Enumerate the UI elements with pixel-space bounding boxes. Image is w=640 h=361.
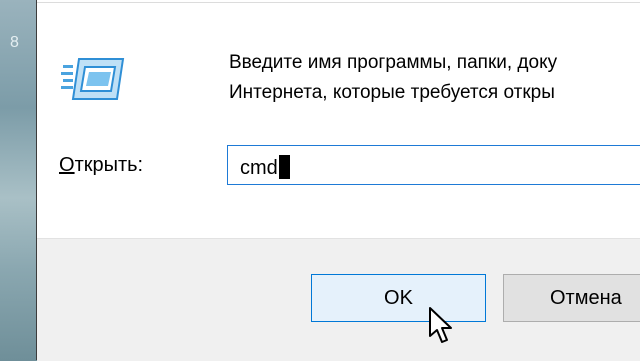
- command-text: cmd: [240, 155, 290, 180]
- open-command-input[interactable]: cmd: [227, 145, 640, 185]
- open-label: Открыть:: [59, 154, 143, 177]
- run-dialog: Введите имя программы, папки, доку Интер…: [36, 0, 640, 361]
- dialog-top-border: [37, 2, 640, 3]
- command-value: cmd: [240, 157, 278, 179]
- dialog-footer: OK Отмена: [37, 238, 640, 361]
- text-caret: [278, 155, 290, 179]
- cancel-button[interactable]: Отмена: [503, 274, 640, 322]
- mouse-pointer-icon: [429, 307, 452, 343]
- run-dialog-icon: [61, 58, 125, 100]
- dialog-description: Введите имя программы, папки, доку Интер…: [229, 48, 640, 108]
- open-label-text: ткрыть:: [74, 154, 144, 176]
- description-line-2: Интернета, которые требуется откры: [229, 82, 555, 103]
- open-label-accelerator: О: [59, 154, 75, 176]
- ok-button[interactable]: OK: [311, 274, 486, 322]
- description-line-1: Введите имя программы, папки, доку: [229, 52, 558, 73]
- desktop-partial-text: 8: [10, 34, 19, 51]
- desktop-background: 8: [0, 0, 36, 360]
